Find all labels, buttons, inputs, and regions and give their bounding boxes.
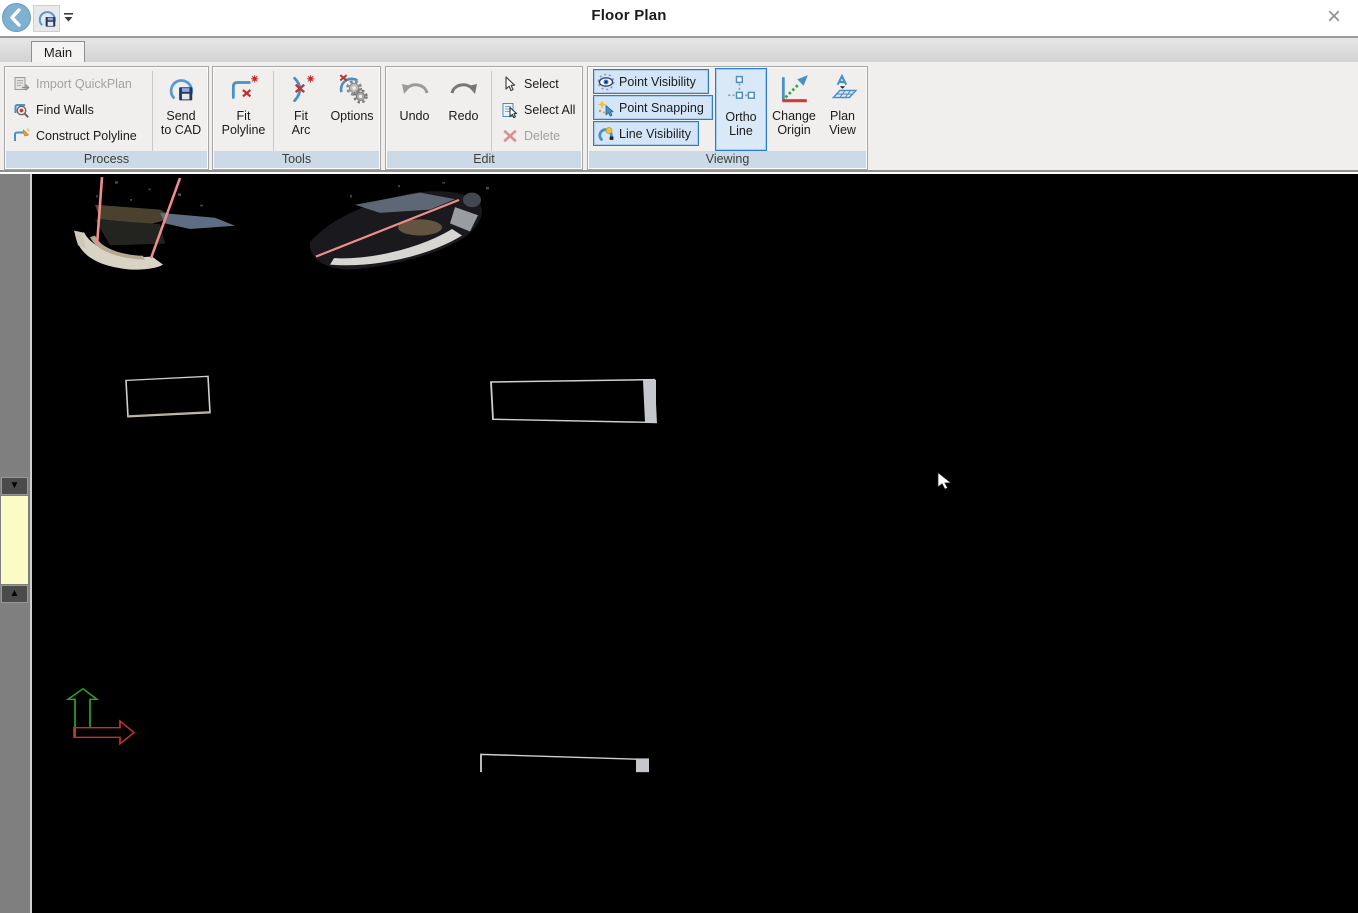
redo-button[interactable]: Redo — [440, 68, 487, 152]
fit-arc-label-line2: Arc — [292, 123, 311, 137]
mouse-cursor — [938, 473, 951, 489]
title-bar: Floor Plan × — [0, 0, 1358, 36]
options-button[interactable]: Options — [325, 68, 379, 152]
triangle-down-icon: ▼ — [10, 480, 20, 491]
tools-group-divider — [273, 71, 274, 153]
fit-polyline-icon — [228, 74, 260, 106]
options-label: Options — [330, 109, 373, 123]
process-group-divider — [152, 71, 153, 153]
axis-indicator — [68, 689, 134, 744]
elevation-slider[interactable]: ▼ ▲ — [0, 174, 32, 913]
viewport-canvas[interactable]: ▼ ▲ — [0, 174, 1358, 913]
delete-icon — [501, 127, 519, 145]
slider-track-top[interactable] — [0, 174, 30, 477]
send-to-cad-button[interactable]: Send to CAD — [155, 68, 207, 152]
point-cloud-fragment-right — [310, 182, 489, 269]
fit-polyline-label-line1: Fit — [237, 109, 251, 123]
slice-range-highlight[interactable] — [1, 496, 28, 584]
window-title: Floor Plan — [0, 7, 1258, 24]
point-cloud-view — [0, 174, 1358, 913]
group-process: Import QuickPlan Find Walls Construct Po… — [4, 66, 209, 170]
ortho-line-label-line2: Line — [729, 124, 753, 138]
fit-polyline-button[interactable]: Fit Polyline — [216, 68, 271, 152]
select-icon — [501, 75, 519, 93]
select-button[interactable]: Select — [498, 72, 559, 96]
point-visibility-toggle[interactable]: Point Visibility — [593, 69, 709, 94]
change-origin-icon — [778, 74, 810, 106]
process-group-label: Process — [6, 151, 207, 168]
construct-polyline-button[interactable]: Construct Polyline — [10, 124, 137, 148]
select-all-icon — [501, 101, 519, 119]
wall-slice-outline-center — [491, 380, 656, 423]
ribbon: Import QuickPlan Find Walls Construct Po… — [0, 62, 1358, 172]
fit-arc-label-line1: Fit — [294, 109, 308, 123]
redo-icon — [447, 77, 481, 103]
slider-track-bottom[interactable] — [0, 603, 30, 913]
group-edit: Undo Redo Select — [385, 66, 583, 170]
point-visibility-icon — [597, 73, 615, 91]
ortho-line-toggle[interactable]: Ortho Line — [715, 68, 767, 151]
tab-main[interactable]: Main — [31, 41, 85, 64]
select-all-label: Select All — [524, 103, 575, 117]
find-walls-label: Find Walls — [36, 103, 94, 117]
send-to-cad-label-line2: to CAD — [161, 123, 201, 137]
tools-group-label: Tools — [214, 151, 379, 168]
undo-button[interactable]: Undo — [391, 68, 438, 152]
point-snapping-label: Point Snapping — [619, 101, 704, 115]
import-quickplan-label: Import QuickPlan — [36, 77, 132, 91]
select-all-button[interactable]: Select All — [498, 98, 575, 122]
find-walls-button[interactable]: Find Walls — [10, 98, 94, 122]
ribbon-tab-strip: Main — [0, 36, 1358, 62]
wall-slice-outline-bottom — [481, 754, 649, 772]
slice-up-button[interactable]: ▲ — [1, 585, 28, 603]
group-viewing: Point Visibility Point Snapping Line Vis… — [587, 66, 868, 170]
line-visibility-icon — [597, 125, 615, 143]
delete-button[interactable]: Delete — [498, 124, 560, 148]
point-visibility-label: Point Visibility — [619, 75, 696, 89]
group-tools: Fit Polyline Fit Arc — [212, 66, 381, 170]
ortho-line-label-line1: Ortho — [725, 110, 756, 124]
construct-polyline-icon — [13, 127, 31, 145]
undo-label: Undo — [400, 109, 430, 123]
send-to-cad-icon — [166, 75, 196, 105]
close-button[interactable]: × — [1318, 2, 1350, 32]
send-to-cad-label-line1: Send — [166, 109, 195, 123]
triangle-up-icon: ▲ — [10, 588, 20, 599]
redo-label: Redo — [449, 109, 479, 123]
ortho-line-icon — [725, 75, 757, 107]
line-visibility-label: Line Visibility — [619, 127, 691, 141]
import-quickplan-button[interactable]: Import QuickPlan — [10, 72, 132, 96]
axis-x-arrow — [74, 721, 134, 744]
point-snapping-icon — [597, 99, 615, 117]
fit-arc-button[interactable]: Fit Arc — [277, 68, 325, 152]
floor-plan-window: Floor Plan × Main Import QuickPlan — [0, 0, 1358, 913]
plan-view-label-line2: View — [829, 123, 856, 137]
find-walls-icon — [13, 101, 31, 119]
wall-slice-outline-left — [126, 376, 210, 416]
line-visibility-toggle[interactable]: Line Visibility — [593, 121, 699, 146]
fit-arc-icon — [285, 74, 317, 106]
select-label: Select — [524, 77, 559, 91]
change-origin-label-line1: Change — [772, 109, 816, 123]
import-quickplan-icon — [13, 75, 31, 93]
undo-icon — [398, 77, 432, 103]
options-icon — [335, 73, 369, 107]
point-snapping-toggle[interactable]: Point Snapping — [593, 95, 713, 120]
viewing-group-label: Viewing — [589, 151, 866, 168]
construct-polyline-label: Construct Polyline — [36, 129, 137, 143]
change-origin-label-line2: Origin — [777, 123, 810, 137]
plan-view-icon — [827, 74, 859, 106]
edit-group-label: Edit — [387, 151, 581, 168]
change-origin-button[interactable]: Change Origin — [769, 68, 819, 152]
delete-label: Delete — [524, 129, 560, 143]
fit-polyline-label-line2: Polyline — [222, 123, 266, 137]
plan-view-button[interactable]: Plan View — [819, 68, 866, 152]
plan-view-label-line1: Plan — [830, 109, 855, 123]
edit-group-divider — [491, 71, 492, 153]
slice-down-button[interactable]: ▼ — [1, 477, 28, 495]
axis-y-arrow — [68, 689, 97, 737]
